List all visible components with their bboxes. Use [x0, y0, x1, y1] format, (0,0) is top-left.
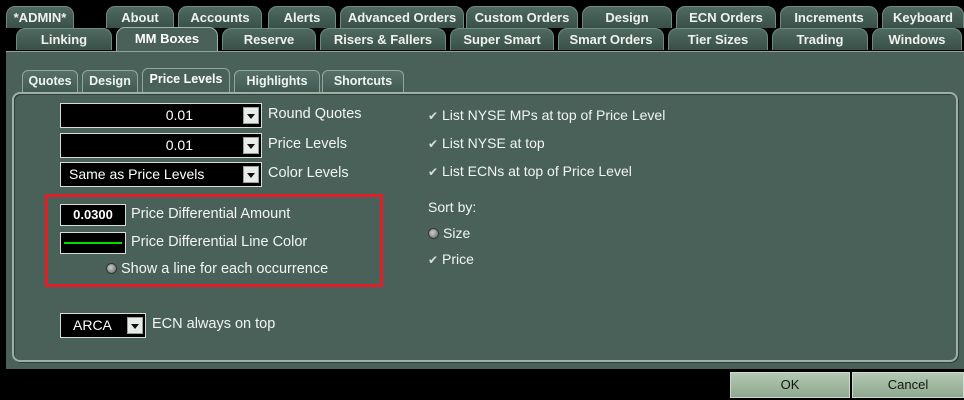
tab-admin[interactable]: *ADMIN* [6, 6, 74, 28]
color-levels-value: Same as Price Levels [69, 166, 205, 182]
chevron-down-icon[interactable] [243, 107, 259, 124]
ok-button[interactable]: OK [730, 372, 850, 398]
tab-reserve[interactable]: Reserve [222, 28, 316, 50]
price-levels-select[interactable]: 0.01 [60, 133, 262, 158]
tab-keyboard[interactable]: Keyboard [882, 6, 964, 28]
list-nyse-label: List NYSE at top [442, 135, 545, 151]
tab-custom-orders[interactable]: Custom Orders [466, 6, 578, 28]
check-icon: ✔ [428, 253, 439, 267]
round-quotes-select[interactable]: 0.01 [60, 103, 262, 128]
tab-design[interactable]: Design [582, 6, 672, 28]
tab-smart-orders[interactable]: Smart Orders [558, 28, 664, 50]
tab-advanced-orders[interactable]: Advanced Orders [340, 6, 464, 28]
check-icon: ✔ [428, 165, 439, 179]
sort-by-label: Sort by: [428, 199, 477, 215]
price-diff-line-color-swatch[interactable] [60, 232, 126, 254]
tab-linking[interactable]: Linking [16, 28, 112, 50]
price-diff-amount-label: Price Differential Amount [131, 206, 291, 222]
top-tab-row-1: *ADMIN* About Accounts Alerts Advanced O… [0, 6, 964, 28]
price-diff-line-color-label: Price Differential Line Color [131, 234, 308, 250]
chevron-down-icon[interactable] [127, 317, 143, 334]
price-diff-amount-input[interactable]: 0.0300 [60, 204, 126, 226]
subtab-shortcuts[interactable]: Shortcuts [322, 70, 404, 92]
tab-accounts[interactable]: Accounts [178, 6, 262, 28]
show-line-label: Show a line for each occurrence [121, 261, 329, 277]
tab-alerts[interactable]: Alerts [268, 6, 336, 28]
check-icon: ✔ [428, 109, 439, 123]
price-levels-value: 0.01 [165, 137, 193, 153]
sort-price-radio[interactable]: ✔ Price [428, 251, 474, 267]
green-line-sample [64, 242, 122, 244]
tab-about[interactable]: About [106, 6, 174, 28]
tab-trading[interactable]: Trading [772, 28, 868, 50]
subtab-price-levels[interactable]: Price Levels [142, 68, 230, 92]
radio-icon[interactable] [428, 228, 439, 239]
radio-icon[interactable] [106, 263, 117, 274]
tab-super-smart[interactable]: Super Smart [450, 28, 554, 50]
round-quotes-label: Round Quotes [268, 106, 362, 122]
tab-tier-sizes[interactable]: Tier Sizes [668, 28, 768, 50]
sort-price-label: Price [442, 251, 474, 267]
sort-size-label: Size [443, 225, 471, 241]
list-nyse-mps-checkbox[interactable]: ✔ List NYSE MPs at top of Price Level [428, 107, 665, 123]
color-levels-label: Color Levels [268, 165, 349, 181]
ecn-select[interactable]: ARCA [60, 313, 146, 338]
tab-increments[interactable]: Increments [780, 6, 878, 28]
subtab-quotes[interactable]: Quotes [22, 70, 78, 92]
ecn-label: ECN always on top [152, 316, 276, 332]
list-nyse-mps-label: List NYSE MPs at top of Price Level [442, 107, 666, 123]
subtab-design[interactable]: Design [82, 70, 138, 92]
show-line-option[interactable]: Show a line for each occurrence [106, 261, 328, 277]
check-icon: ✔ [428, 137, 439, 151]
list-ecns-label: List ECNs at top of Price Level [442, 163, 632, 179]
price-levels-label: Price Levels [268, 136, 347, 152]
tab-mm-boxes[interactable]: MM Boxes [116, 27, 218, 51]
sort-size-radio[interactable]: Size [428, 225, 470, 241]
cancel-button[interactable]: Cancel [852, 372, 964, 398]
chevron-down-icon[interactable] [243, 166, 259, 183]
chevron-down-icon[interactable] [243, 137, 259, 154]
tab-risers-fallers[interactable]: Risers & Fallers [320, 28, 446, 50]
list-nyse-checkbox[interactable]: ✔ List NYSE at top [428, 135, 545, 151]
subtab-highlights[interactable]: Highlights [234, 70, 320, 92]
ecn-value: ARCA [73, 317, 112, 333]
tab-ecn-orders[interactable]: ECN Orders [676, 6, 776, 28]
tab-windows[interactable]: Windows [872, 28, 962, 50]
list-ecns-checkbox[interactable]: ✔ List ECNs at top of Price Level [428, 163, 632, 179]
round-quotes-value: 0.01 [165, 107, 193, 123]
top-tab-row-2: Linking MM Boxes Reserve Risers & Faller… [0, 27, 964, 51]
color-levels-select[interactable]: Same as Price Levels [60, 162, 262, 187]
